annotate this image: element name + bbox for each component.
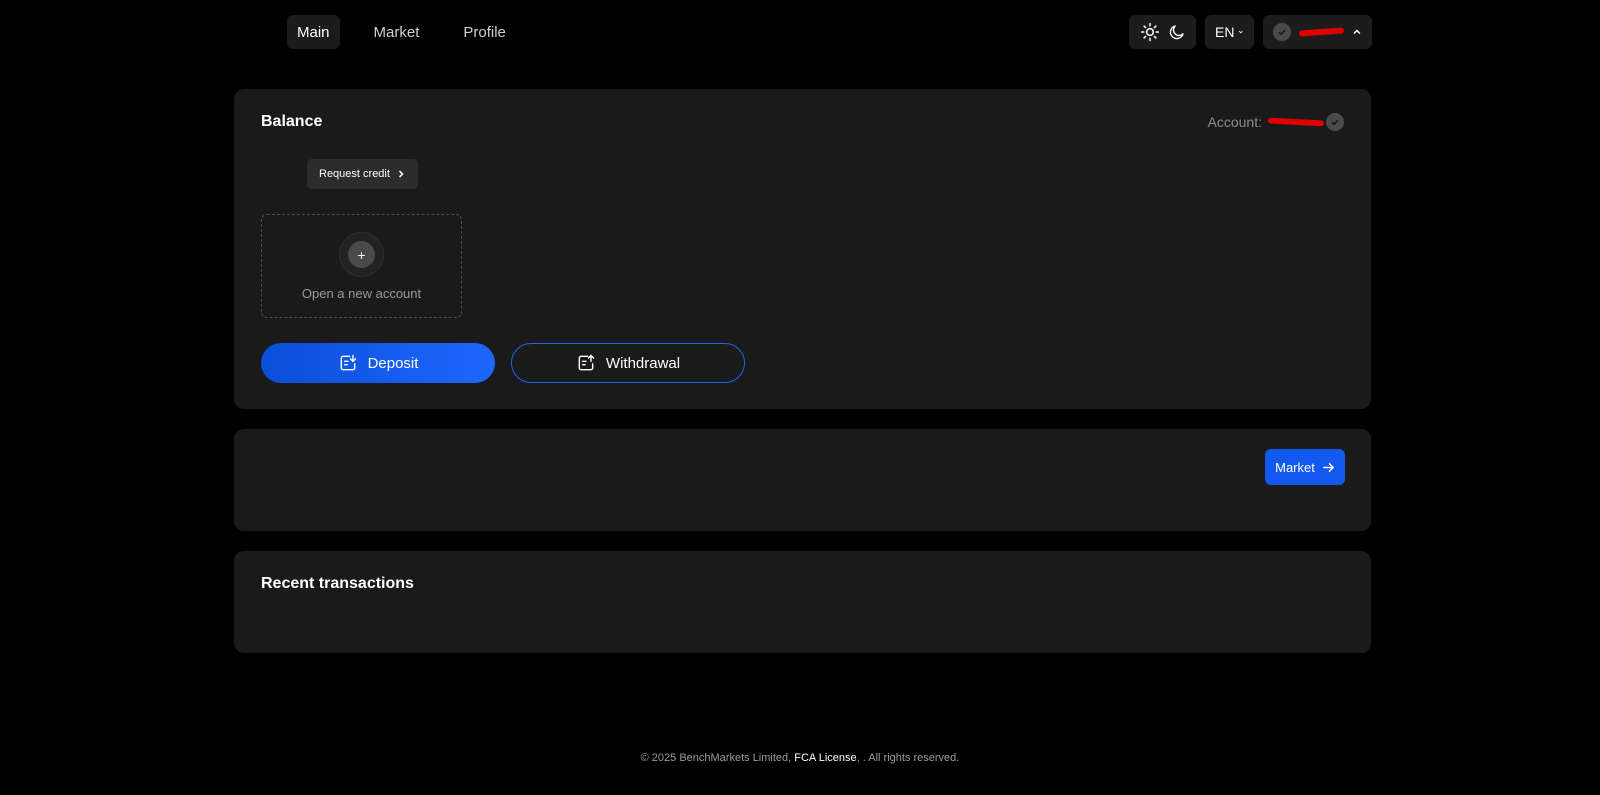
user-menu[interactable] [1263, 15, 1372, 49]
recent-transactions-title: Recent transactions [261, 575, 414, 592]
nav-item-profile[interactable]: Profile [453, 15, 516, 49]
nav-item-main[interactable]: Main [287, 15, 340, 49]
balance-card: Balance Account: Request credit + Open a… [234, 89, 1371, 409]
plus-icon: + [348, 241, 375, 268]
language-label: EN [1215, 24, 1235, 40]
account-info: Account: [1208, 113, 1344, 131]
open-account-label: Open a new account [301, 286, 422, 301]
market-button[interactable]: Market [1265, 449, 1345, 485]
deposit-button[interactable]: Deposit [261, 343, 495, 383]
fca-license-link[interactable]: FCA License [794, 752, 856, 764]
withdrawal-icon [578, 354, 595, 371]
balance-title: Balance [261, 113, 323, 130]
market-button-label: Market [1275, 459, 1315, 475]
shield-check-icon [1273, 23, 1291, 41]
add-account-ring: + [339, 232, 384, 277]
request-credit-label: Request credit [319, 168, 390, 180]
request-credit-button[interactable]: Request credit [307, 159, 418, 189]
market-card: Market [234, 429, 1371, 531]
language-selector[interactable]: EN [1205, 15, 1254, 49]
username-redacted [1298, 27, 1345, 37]
footer-rights: , . All rights reserved. [856, 752, 960, 764]
account-id-redacted [1267, 117, 1325, 127]
open-new-account-tile[interactable]: + Open a new account [261, 214, 462, 318]
header-controls: EN [1129, 15, 1372, 49]
footer: © 2025 BenchMarkets Limited, FCA License… [0, 752, 1600, 764]
moon-icon[interactable] [1168, 23, 1186, 41]
deposit-label: Deposit [367, 354, 419, 372]
sun-icon[interactable] [1140, 22, 1160, 42]
recent-transactions-card: Recent transactions [234, 551, 1371, 653]
account-label: Account: [1207, 114, 1262, 130]
arrow-right-icon [1322, 462, 1334, 472]
deposit-icon [340, 354, 356, 371]
withdrawal-label: Withdrawal [605, 354, 681, 372]
theme-toggle[interactable] [1129, 15, 1196, 49]
chevron-down-icon [1239, 30, 1244, 34]
chevron-right-icon [398, 170, 404, 178]
nav-item-market[interactable]: Market [364, 15, 430, 49]
main-nav: Main Market Profile [287, 15, 516, 49]
chevron-up-icon [1353, 29, 1361, 35]
verified-icon [1326, 113, 1344, 131]
footer-copyright: © 2025 BenchMarkets Limited, [640, 752, 795, 764]
withdrawal-button[interactable]: Withdrawal [511, 343, 745, 383]
